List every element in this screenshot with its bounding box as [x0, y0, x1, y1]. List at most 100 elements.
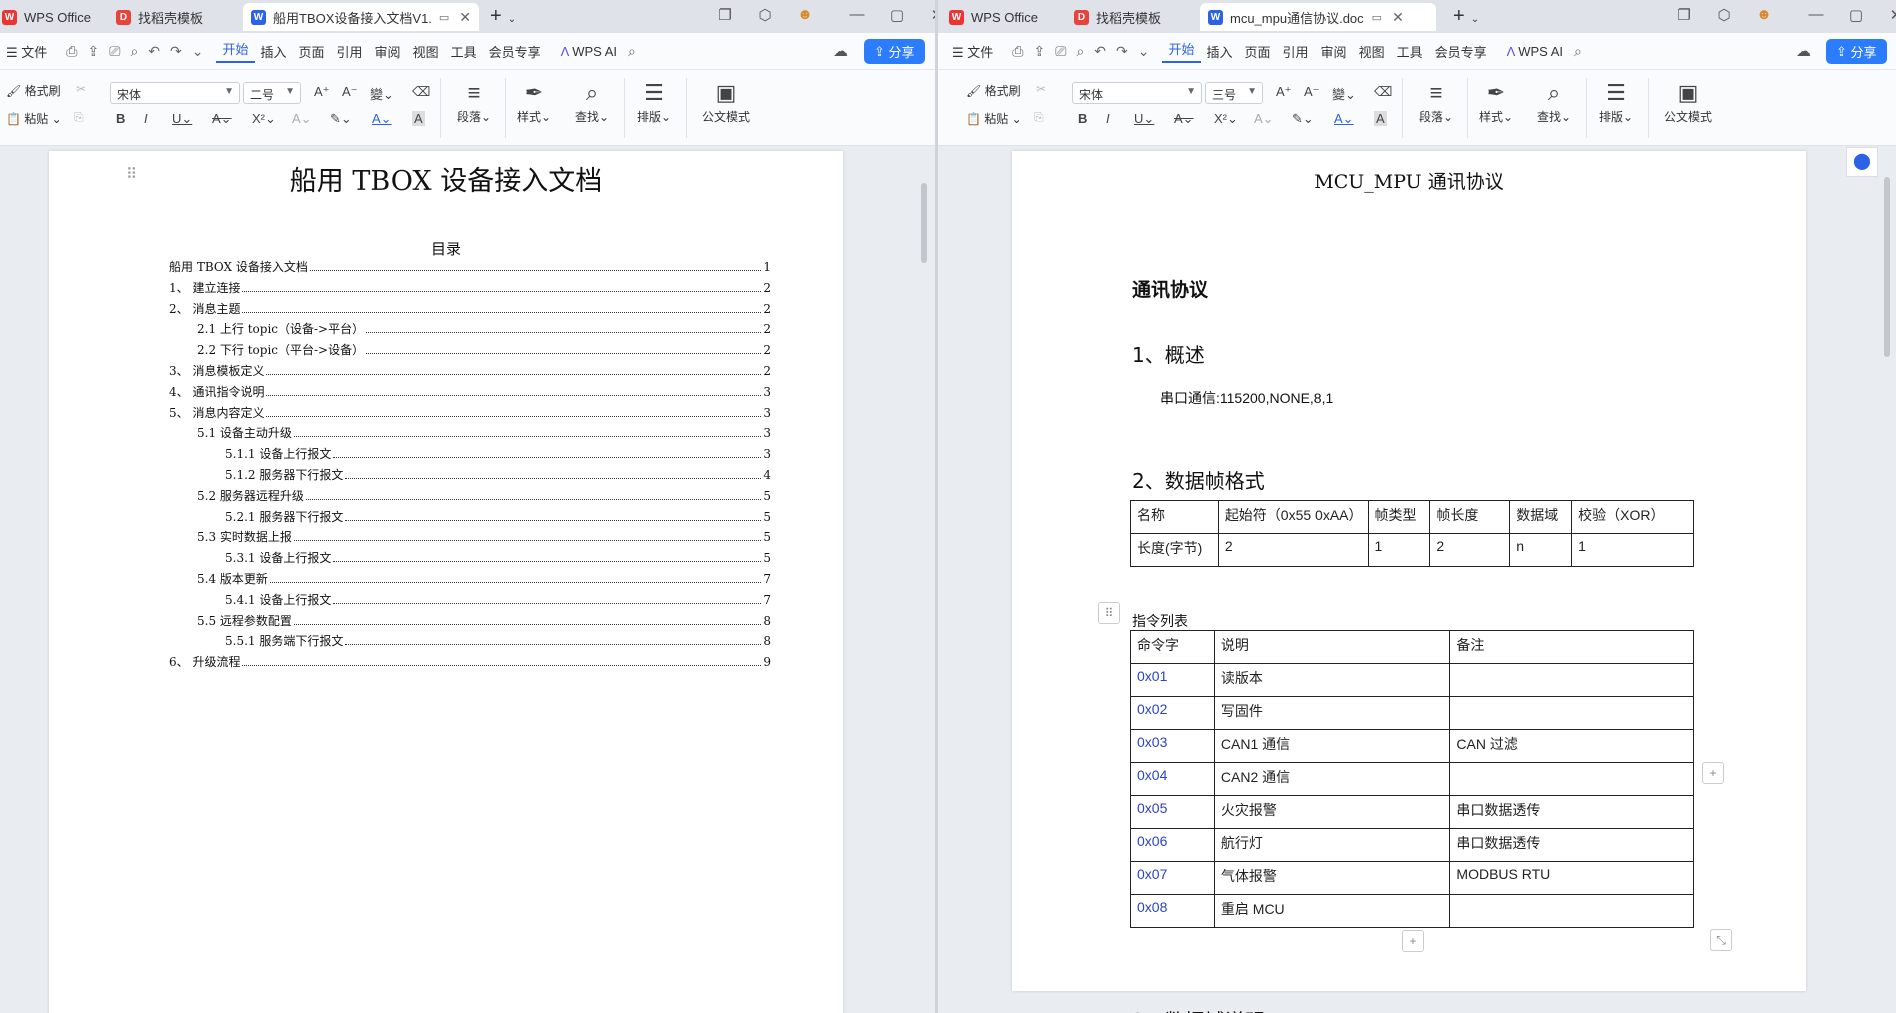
chevron-down-icon[interactable]: ⌄: [187, 43, 209, 60]
command-code-cell[interactable]: 0x01: [1130, 663, 1215, 697]
menu-tab-home[interactable]: 开始: [1162, 39, 1201, 63]
command-note-cell[interactable]: [1449, 696, 1694, 730]
shrink-font-icon[interactable]: A⁻: [1304, 84, 1320, 100]
clear-format-icon[interactable]: ⌫: [412, 84, 430, 100]
underline-icon[interactable]: U⌄: [172, 111, 192, 127]
find-button[interactable]: ⌕ 查找⌄: [562, 78, 622, 125]
command-desc-cell[interactable]: 重启 MCU: [1213, 894, 1451, 928]
table-cell[interactable]: 1: [1571, 533, 1694, 567]
toc-entry[interactable]: 5.5.1 服务端下行报文 8: [225, 631, 771, 652]
command-note-cell[interactable]: 串口数据透传: [1449, 795, 1694, 829]
command-desc-cell[interactable]: CAN2 通信: [1213, 762, 1451, 796]
paragraph-button[interactable]: ≡ 段落⌄: [444, 78, 504, 125]
highlight-icon[interactable]: ✎⌄: [330, 111, 352, 127]
table-cell[interactable]: 校验（XOR）: [1571, 500, 1694, 534]
vertical-scrollbar[interactable]: [919, 147, 929, 1013]
menu-tab-view[interactable]: 视图: [1353, 42, 1391, 61]
cut-icon[interactable]: ✂: [76, 82, 86, 96]
table-header-cell[interactable]: 备注: [1449, 630, 1694, 664]
superscript-icon[interactable]: X²⌄: [1214, 111, 1238, 127]
shrink-font-icon[interactable]: A⁻: [342, 84, 358, 100]
tab-docer-templates[interactable]: D 找稻壳模板: [108, 3, 236, 31]
command-desc-cell[interactable]: 写固件: [1213, 696, 1451, 730]
menu-tab-review[interactable]: 审阅: [1315, 42, 1353, 61]
strikethrough-icon[interactable]: A⌄: [1174, 111, 1194, 127]
command-note-cell[interactable]: [1449, 762, 1694, 796]
command-desc-cell[interactable]: CAN1 通信: [1213, 729, 1451, 763]
official-doc-mode-button[interactable]: ▣ 公文模式: [1654, 78, 1722, 125]
new-tab-button[interactable]: + ⌄: [1453, 5, 1479, 31]
command-desc-cell[interactable]: 火灾报警: [1213, 795, 1451, 829]
chevron-down-icon[interactable]: ⌄: [1133, 43, 1155, 60]
save-icon[interactable]: ⎙: [61, 43, 82, 60]
menu-tab-references[interactable]: 引用: [1277, 42, 1315, 61]
table-header-cell[interactable]: 命令字: [1130, 630, 1215, 664]
table-cell[interactable]: 起始符（0x55 0xAA）: [1217, 500, 1369, 534]
paste-button[interactable]: 📋 粘贴 ⌄: [6, 110, 62, 127]
bold-icon[interactable]: B: [1078, 111, 1087, 126]
undo-icon[interactable]: ↶: [1089, 43, 1111, 60]
close-window-icon[interactable]: ✕: [1885, 6, 1896, 24]
maximize-icon[interactable]: ▢: [1845, 6, 1867, 24]
char-shading-icon[interactable]: A: [412, 111, 425, 126]
close-tab-icon[interactable]: ✕: [459, 9, 471, 26]
menu-tab-home[interactable]: 开始: [216, 39, 255, 63]
document-page[interactable]: ⠿ 船用 TBOX 设备接入文档 目录 船用 TBOX 设备接入文档 1 1、 建立…: [49, 151, 843, 1013]
highlight-icon[interactable]: ✎⌄: [1292, 111, 1314, 127]
search-icon[interactable]: ⌕: [1569, 43, 1587, 60]
scroll-thumb[interactable]: [1884, 177, 1890, 357]
find-button[interactable]: ⌕ 查找⌄: [1524, 78, 1584, 125]
font-size-select[interactable]: 三号 ▼: [1205, 82, 1263, 104]
close-tab-icon[interactable]: ✕: [1392, 9, 1404, 26]
table-cell[interactable]: 2: [1217, 533, 1369, 567]
table-header-cell[interactable]: 说明: [1213, 630, 1451, 664]
wps-ai-button[interactable]: Λ WPS AI: [555, 44, 623, 59]
menu-tab-member[interactable]: 会员专享: [1429, 42, 1493, 61]
table-cell[interactable]: 帧长度: [1429, 500, 1511, 534]
tab-mcu-protocol[interactable]: Wmcu_mpu通信协议.doc ▭ ✕: [1200, 3, 1436, 31]
monitor-icon[interactable]: ▭: [439, 11, 449, 24]
grow-font-icon[interactable]: A⁺: [314, 84, 330, 100]
document-page[interactable]: MCU_MPU 通讯协议 通讯协议 1、概述 串口通信:115200,NONE,…: [1012, 151, 1806, 1013]
font-name-select[interactable]: 宋体 ▼: [1072, 82, 1202, 104]
layout-button[interactable]: ☰ 排版⌄: [624, 78, 684, 125]
scroll-thumb[interactable]: [921, 183, 927, 263]
minimize-icon[interactable]: —: [1805, 6, 1827, 24]
menu-tab-view[interactable]: 视图: [407, 42, 445, 61]
phonetic-guide-icon[interactable]: 變⌄: [370, 84, 394, 103]
bold-icon[interactable]: B: [116, 111, 125, 126]
italic-icon[interactable]: I: [1106, 111, 1110, 126]
menu-tab-review[interactable]: 审阅: [369, 42, 407, 61]
tile-windows-icon[interactable]: ❐: [714, 6, 736, 24]
close-window-icon[interactable]: ✕: [926, 6, 935, 24]
share-button[interactable]: ⇪ 分享: [1826, 39, 1887, 64]
menu-tab-tools[interactable]: 工具: [1391, 42, 1429, 61]
menu-file[interactable]: ☰ 文件: [0, 42, 53, 61]
table-cell[interactable]: 名称: [1130, 500, 1219, 534]
search-icon[interactable]: ⌕: [623, 43, 641, 60]
superscript-icon[interactable]: X²⌄: [252, 111, 276, 127]
menu-tab-tools[interactable]: 工具: [445, 42, 483, 61]
table-cell[interactable]: 1: [1367, 533, 1431, 567]
menu-tab-page[interactable]: 页面: [293, 42, 331, 61]
styles-button[interactable]: ✒ 样式⌄: [1466, 78, 1526, 125]
redo-icon[interactable]: ↷: [1111, 43, 1133, 60]
toc-entry[interactable]: 5.1 设备主动升级 3: [197, 423, 771, 444]
format-painter-button[interactable]: 🖌 格式刷: [966, 82, 1021, 99]
menu-file[interactable]: ☰ 文件: [946, 42, 999, 61]
phonetic-guide-icon[interactable]: 變⌄: [1332, 84, 1356, 103]
toc-entry[interactable]: 2、 消息主题 2: [169, 299, 771, 320]
command-code-cell[interactable]: 0x07: [1130, 861, 1215, 895]
toc-entry[interactable]: 5.4.1 设备上行报文 7: [225, 590, 771, 611]
italic-icon[interactable]: I: [144, 111, 148, 126]
tab-wps-office[interactable]: W WPS Office: [941, 3, 1061, 31]
save-icon[interactable]: ⎙: [1007, 43, 1028, 60]
menu-tab-page[interactable]: 页面: [1239, 42, 1277, 61]
toc-entry[interactable]: 5.2.1 服务器下行报文 5: [225, 507, 771, 528]
print-icon[interactable]: ⎚: [1050, 43, 1071, 60]
print-preview-icon[interactable]: ⌕: [125, 43, 143, 60]
font-name-select[interactable]: 宋体 ▼: [110, 82, 240, 104]
command-note-cell[interactable]: CAN 过滤: [1449, 729, 1694, 763]
strikethrough-icon[interactable]: A⌄: [212, 111, 232, 127]
chevron-down-icon[interactable]: ⌄: [1471, 14, 1479, 25]
